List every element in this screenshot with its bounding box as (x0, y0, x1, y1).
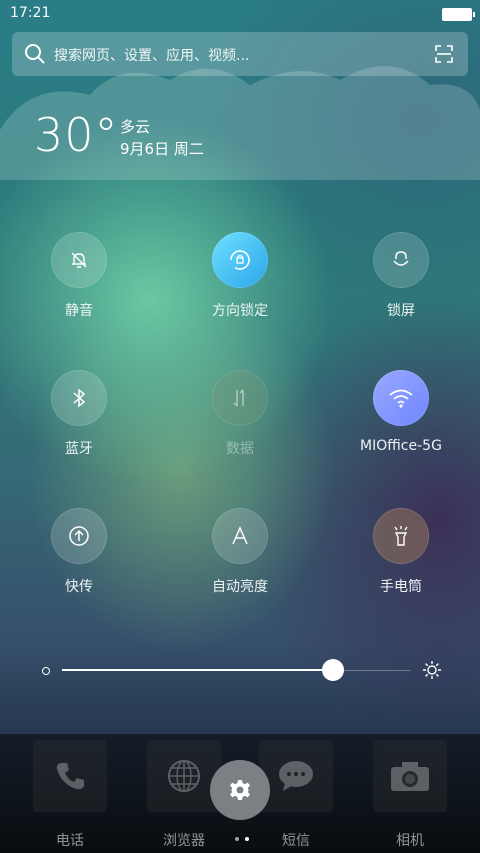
toggle-bluetooth[interactable]: 蓝牙 (19, 370, 139, 458)
message-icon[interactable] (259, 740, 333, 812)
lock-icon (393, 251, 409, 266)
mobile-data-icon (233, 389, 244, 407)
auto-brightness-icon (232, 526, 248, 545)
toggle-label: 锁屏 (387, 303, 415, 319)
weather-date: 9月6日 周二 (120, 140, 204, 158)
toggle-wifi[interactable]: MIOffice-5G (341, 370, 461, 454)
weather-temperature: 30° (34, 108, 119, 162)
search-placeholder[interactable]: 搜索网页、设置、应用、视频... (54, 45, 249, 65)
toggle-label: 手电筒 (380, 579, 422, 595)
sun-icon (423, 661, 441, 679)
search-bar[interactable]: 搜索网页、设置、应用、视频... (12, 32, 468, 76)
page-dot (235, 837, 239, 841)
gear-icon (230, 780, 250, 800)
dock-app-label: 相机 (396, 833, 424, 849)
wifi-toggle-button[interactable] (373, 370, 429, 426)
toggle-label: 方向锁定 (212, 303, 268, 319)
toggle-label: 蓝牙 (65, 441, 93, 457)
dock-app-label: 短信 (282, 833, 310, 849)
dock-app-camera[interactable]: 相机 (372, 740, 448, 850)
scan-icon[interactable] (434, 44, 454, 64)
brightness-slider[interactable] (40, 658, 442, 684)
silent-toggle-button[interactable] (51, 232, 107, 288)
toggle-mobile-data[interactable]: 数据 (180, 370, 300, 458)
brightness-low-icon (42, 667, 50, 675)
toggle-label: 自动亮度 (212, 579, 268, 595)
toggle-share[interactable]: 快传 (19, 508, 139, 596)
bell-off-icon (71, 252, 87, 268)
toggle-label: MIOffice-5G (360, 438, 442, 454)
toggle-flashlight[interactable]: 手电筒 (341, 508, 461, 596)
settings-button[interactable] (210, 760, 270, 820)
mobile-data-toggle-button[interactable] (212, 370, 268, 426)
camera-icon[interactable] (373, 740, 447, 812)
brightness-thumb[interactable] (322, 659, 345, 681)
weather-condition: 多云 (120, 118, 151, 136)
bluetooth-toggle-button[interactable] (51, 370, 107, 426)
lock-screen-button[interactable] (373, 232, 429, 288)
flashlight-icon (394, 526, 408, 546)
auto-brightness-toggle-button[interactable] (212, 508, 268, 564)
toggle-label: 静音 (65, 303, 93, 319)
rotation-lock-icon (230, 250, 250, 270)
share-icon (69, 526, 89, 546)
toggle-auto-brightness[interactable]: 自动亮度 (180, 508, 300, 596)
toggle-silent[interactable]: 静音 (19, 232, 139, 320)
dock-app-label: 电话 (56, 833, 84, 849)
wifi-icon (389, 389, 413, 408)
browser-icon[interactable] (147, 740, 221, 812)
bluetooth-icon (73, 388, 86, 408)
flashlight-toggle-button[interactable] (373, 508, 429, 564)
toggle-rotation-lock[interactable]: 方向锁定 (180, 232, 300, 320)
toggle-label: 数据 (226, 441, 254, 457)
share-toggle-button[interactable] (51, 508, 107, 564)
brightness-track[interactable] (62, 659, 410, 681)
search-icon (25, 44, 45, 64)
rotation-lock-toggle-button[interactable] (212, 232, 268, 288)
page-dot-active (245, 837, 249, 841)
dock-app-phone[interactable]: 电话 (32, 740, 108, 850)
status-time: 17:21 (10, 5, 51, 21)
phone-icon[interactable] (33, 740, 107, 812)
page-indicator (232, 826, 252, 845)
status-bar: 17:21 (0, 0, 480, 28)
battery-icon (442, 8, 475, 21)
dock-app-label: 浏览器 (163, 833, 205, 849)
toggle-lock-screen[interactable]: 锁屏 (341, 232, 461, 320)
toggle-label: 快传 (65, 579, 93, 595)
brightness-fill (62, 669, 334, 671)
